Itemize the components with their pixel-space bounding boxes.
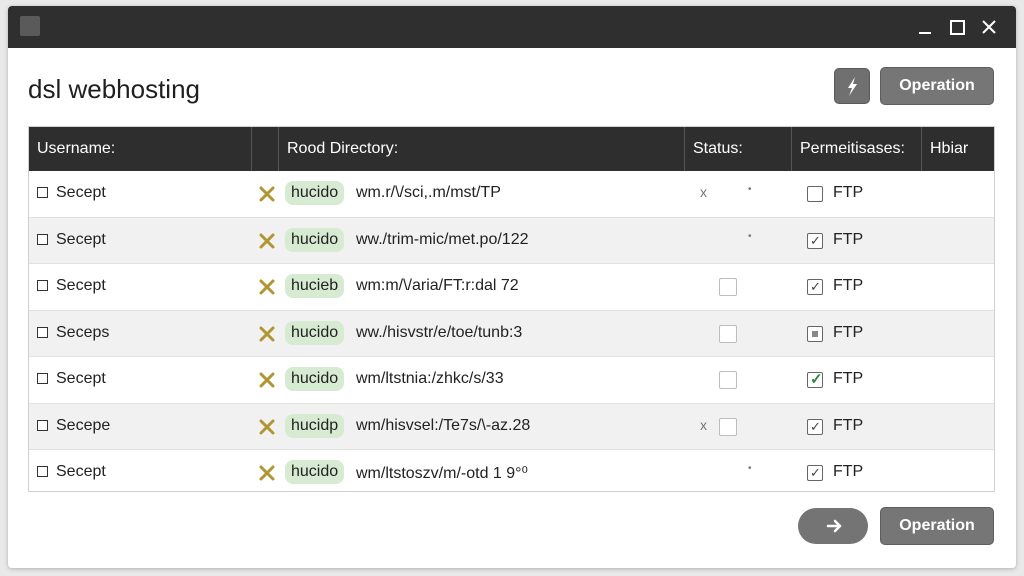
permission-checkbox[interactable]: ✓ — [807, 418, 823, 435]
root-path: wm/ltstoszv/m/-otd 1 9°⁰ — [356, 465, 528, 482]
tools-icon — [259, 326, 275, 341]
status-checkbox[interactable] — [719, 324, 737, 343]
table-row[interactable]: Secept hucido wm/ltstnia:/zhkc/s/33 ✓ FT… — [29, 357, 994, 404]
table-row[interactable]: Secepe hucidp wm/hisvsel:/Te7s/\-az.28 x… — [29, 403, 994, 450]
user-tag: hucieb — [285, 274, 345, 298]
root-path: ww./hisvstr/e/toe/tunb:3 — [356, 323, 523, 341]
maximize-icon[interactable] — [944, 14, 970, 40]
col-username[interactable]: Username: — [29, 127, 252, 171]
root-path: wm/ltstnia:/zhkc/s/33 — [356, 370, 504, 387]
operation-button-top[interactable]: Operation — [880, 67, 994, 105]
permission-label: FTP — [833, 416, 864, 434]
minimize-icon[interactable] — [912, 14, 938, 40]
status-checkbox[interactable] — [719, 371, 737, 389]
check-icon: ✓ — [810, 279, 821, 294]
permission-label: FTP — [833, 230, 864, 248]
user-tag: hucido — [285, 367, 345, 391]
table-row[interactable]: Seceps hucido ww./hisvstr/e/toe/tunb:3 F… — [29, 310, 994, 357]
status-x-icon: x — [700, 184, 707, 200]
root-path: wm:m/\/aria/FT:r:dal 72 — [356, 277, 519, 294]
tools-icon — [259, 279, 275, 295]
close-icon[interactable] — [976, 14, 1002, 40]
root-path: wm.r/\/sci,.m/mst/TP — [356, 184, 501, 201]
row-checkbox[interactable] — [37, 280, 48, 291]
username: Secept — [56, 370, 106, 387]
status-checkbox[interactable] — [719, 417, 737, 436]
app-icon — [20, 16, 40, 36]
user-tag: hucido — [285, 460, 345, 484]
username: Secepe — [56, 416, 111, 434]
arrow-right-icon — [826, 519, 842, 533]
permission-checkbox[interactable] — [807, 325, 823, 342]
row-checkbox[interactable] — [37, 233, 48, 245]
check-icon: ✓ — [810, 465, 821, 480]
tools-icon — [259, 186, 275, 202]
operation-button-bottom[interactable]: Operation — [880, 507, 994, 545]
row-checkbox[interactable] — [37, 326, 48, 338]
root-path: wm/hisvsel:/Te7s/\-az.28 — [356, 416, 531, 434]
root-path: ww./trim-mic/met.po/122 — [356, 230, 529, 248]
app-window: dsl webhosting Operation Username: Rood … — [8, 6, 1016, 568]
permission-checkbox[interactable]: ✓ — [807, 279, 823, 295]
table-row[interactable]: Secept hucieb wm:m/\/aria/FT:r:dal 72 ✓ … — [29, 264, 994, 311]
user-tag: hucido — [285, 320, 345, 345]
username: Secept — [56, 463, 106, 480]
col-extra[interactable]: Hbiar — [922, 127, 994, 171]
table-header: Username: Rood Directory: Status: Permei… — [29, 127, 994, 171]
col-icon — [252, 127, 279, 171]
check-icon: ✓ — [810, 371, 823, 388]
permission-label: FTP — [833, 184, 864, 201]
title-bar — [8, 6, 1016, 48]
partial-icon — [812, 330, 818, 337]
permission-checkbox[interactable] — [807, 186, 823, 202]
status-checkbox[interactable] — [719, 278, 737, 296]
status-dot-icon: • — [748, 184, 752, 195]
user-tag: hucidp — [285, 413, 345, 438]
table-row[interactable]: Secept hucido wm/ltstoszv/m/-otd 1 9°⁰ •… — [29, 450, 994, 491]
next-button[interactable] — [798, 508, 868, 544]
user-tag: hucido — [285, 227, 345, 252]
status-dot-icon: • — [748, 463, 752, 474]
table-row[interactable]: Secept hucido wm.r/\/sci,.m/mst/TP x • F… — [29, 171, 994, 218]
permission-checkbox[interactable]: ✓ — [807, 372, 823, 388]
status-dot-icon: • — [748, 230, 752, 242]
username: Secept — [56, 277, 106, 294]
user-tag: hucido — [285, 181, 345, 205]
permission-label: FTP — [833, 463, 864, 480]
col-status[interactable]: Status: — [685, 127, 792, 171]
flash-button[interactable] — [834, 68, 870, 104]
page-title: dsl webhosting — [28, 74, 200, 104]
hosting-table: Username: Rood Directory: Status: Permei… — [28, 126, 995, 492]
permission-label: FTP — [833, 370, 864, 387]
check-icon: ✓ — [810, 418, 821, 434]
tools-icon — [259, 419, 275, 434]
permission-checkbox[interactable]: ✓ — [807, 232, 823, 249]
username: Secept — [56, 230, 106, 248]
username: Secept — [56, 184, 106, 201]
tools-icon — [259, 372, 275, 388]
flash-icon — [848, 77, 857, 96]
row-checkbox[interactable] — [37, 466, 48, 477]
col-root-directory[interactable]: Rood Directory: — [279, 127, 685, 171]
row-checkbox[interactable] — [37, 419, 48, 431]
status-x-icon: x — [700, 416, 707, 433]
row-checkbox[interactable] — [37, 373, 48, 384]
col-permissions[interactable]: Permeitisases: — [792, 127, 922, 171]
row-checkbox[interactable] — [37, 187, 48, 198]
username: Seceps — [56, 323, 110, 341]
permission-label: FTP — [833, 323, 864, 341]
tools-icon — [259, 233, 275, 248]
permission-label: FTP — [833, 277, 864, 294]
tools-icon — [259, 465, 275, 481]
table-row[interactable]: Secept hucido ww./trim-mic/met.po/122 • … — [29, 217, 994, 264]
check-icon: ✓ — [810, 232, 821, 248]
permission-checkbox[interactable]: ✓ — [807, 465, 823, 481]
